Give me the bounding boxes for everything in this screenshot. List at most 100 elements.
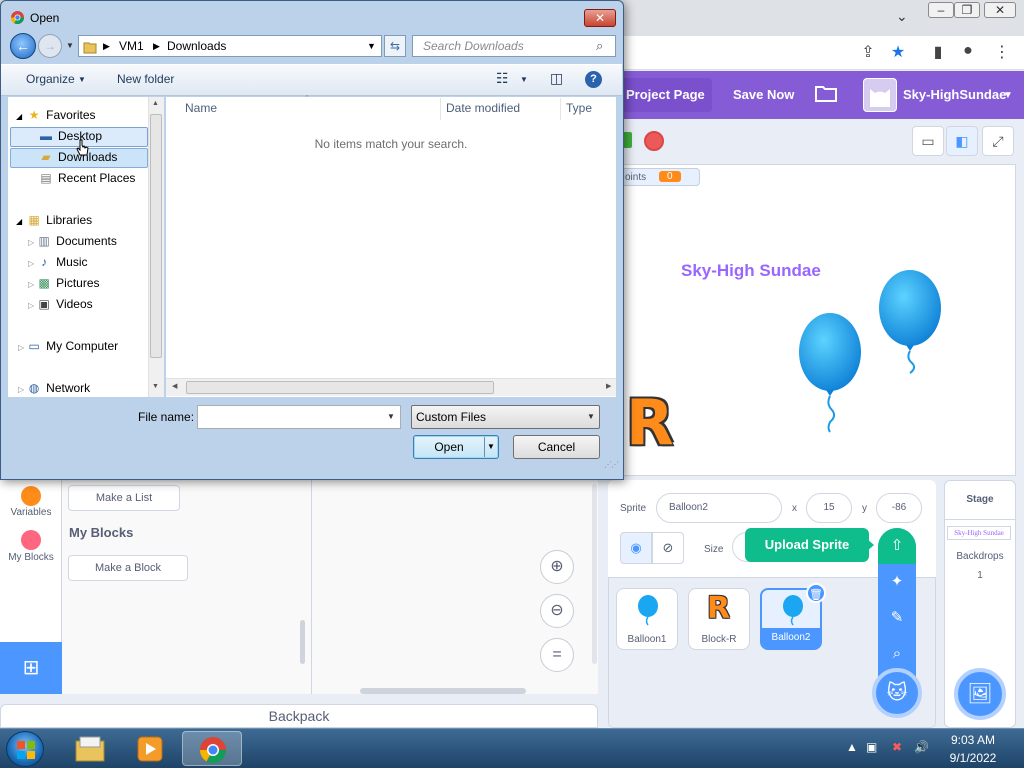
nav-recent-places[interactable]: ▤ Recent Places (38, 168, 135, 188)
choose-backdrop-button[interactable]: 🖼 (954, 668, 1006, 720)
hide-sprite-button[interactable]: ⊘ (652, 532, 684, 564)
back-arrow-icon[interactable]: ← (10, 33, 36, 59)
username-menu[interactable]: Sky-HighSundae (903, 87, 1006, 102)
surprise-sprite-icon[interactable]: ✦ (878, 564, 916, 600)
workspace-horizontal-scrollbar[interactable] (360, 688, 526, 694)
column-divider[interactable] (560, 98, 561, 120)
workspace-vertical-scrollbar[interactable] (592, 484, 597, 664)
taskbar-date[interactable]: 9/1/2022 (938, 751, 1008, 765)
file-type-select[interactable]: Custom Files (411, 405, 600, 429)
side-panel-icon[interactable]: ▮ (926, 42, 950, 62)
nav-libraries[interactable]: ◢ ▦ Libraries (16, 210, 92, 230)
tray-volume-icon[interactable]: 🔊 (914, 740, 929, 754)
search-input[interactable]: Search Downloads (412, 35, 616, 57)
taskbar-chrome[interactable] (182, 731, 242, 766)
column-header-type[interactable]: Type (566, 101, 592, 115)
project-page-label[interactable]: Project Page (626, 87, 705, 102)
file-name-input[interactable] (197, 405, 401, 429)
organize-chevron-icon[interactable]: ▼ (78, 75, 86, 84)
category-my-blocks-dot[interactable] (21, 530, 41, 550)
category-my-blocks[interactable]: My Blocks (0, 552, 62, 563)
zoom-out-icon[interactable]: ⊖ (540, 594, 574, 628)
backpack-panel[interactable]: Backpack (0, 704, 598, 728)
taskbar-time[interactable]: 9:03 AM (938, 733, 1008, 747)
scroll-left-icon[interactable]: ◀ (172, 382, 177, 390)
category-variables[interactable]: Variables (0, 507, 62, 518)
y-position-input[interactable]: -86 (876, 493, 922, 523)
profile-icon[interactable]: ● (956, 42, 980, 60)
search-icon[interactable]: ⌕ (596, 38, 603, 54)
view-chevron-icon[interactable]: ▼ (520, 75, 528, 84)
avatar[interactable] (863, 78, 897, 112)
tray-action-center-icon[interactable]: ✖ (892, 740, 902, 754)
help-icon[interactable]: ? (585, 71, 602, 88)
minimize-button[interactable]: – (928, 2, 954, 18)
nav-music[interactable]: ▷ ♪ Music (28, 252, 88, 272)
palette-scrollbar[interactable] (300, 620, 305, 664)
open-button[interactable]: Open ▼ (413, 435, 499, 459)
share-icon[interactable]: ⇪ (856, 42, 880, 62)
nav-network[interactable]: ▷ ◍ Network (18, 378, 90, 398)
forward-arrow-icon[interactable]: → (38, 34, 62, 58)
folder-icon[interactable] (815, 84, 837, 107)
nav-my-computer[interactable]: ▷ ▭ My Computer (18, 336, 118, 356)
nav-documents[interactable]: ▷ ▥ Documents (28, 231, 117, 251)
save-now-button[interactable]: Save Now (733, 87, 794, 102)
cancel-button[interactable]: Cancel (513, 435, 600, 459)
column-header-name[interactable]: Name (185, 101, 217, 115)
sprite-name-input[interactable]: Balloon2 (656, 493, 782, 523)
nav-pictures[interactable]: ▷ ▩ Pictures (28, 273, 100, 293)
block-r-sprite[interactable]: R (626, 386, 674, 459)
preview-pane-icon[interactable]: ◫ (550, 70, 563, 87)
taskbar-media-player[interactable] (120, 731, 180, 766)
make-a-block-button[interactable]: Make a Block (68, 555, 188, 581)
tab-search-chevron-icon[interactable]: ⌄ (896, 8, 908, 25)
fullscreen-button[interactable]: ⤢ (982, 126, 1014, 156)
scroll-right-icon[interactable]: ▶ (606, 382, 611, 390)
sprite-tile-block-r[interactable]: R Block-R (688, 588, 750, 650)
view-options-icon[interactable]: ☷ (496, 70, 509, 87)
show-sprite-button[interactable]: ◉ (620, 532, 652, 564)
choose-sprite-button[interactable]: 🐱 (872, 668, 922, 718)
category-variables-dot[interactable] (21, 486, 41, 506)
nav-videos[interactable]: ▷ ▣ Videos (28, 294, 93, 314)
close-dialog-button[interactable]: ✕ (584, 9, 616, 27)
small-stage-button[interactable]: ▭ (912, 126, 944, 156)
breadcrumb-downloads[interactable]: Downloads (167, 36, 226, 56)
column-divider[interactable] (440, 98, 441, 120)
nav-desktop[interactable]: ▬ Desktop (38, 126, 102, 146)
scroll-down-icon[interactable]: ▼ (152, 383, 159, 390)
add-extension-icon[interactable]: ⊞ (0, 642, 62, 694)
resize-grip-icon[interactable]: ⋰⋰ (604, 460, 619, 469)
refresh-icon[interactable]: ⇆ (384, 35, 406, 57)
recent-pages-chevron-icon[interactable]: ▼ (66, 41, 74, 50)
stop-icon[interactable] (644, 131, 664, 151)
taskbar-explorer[interactable] (60, 731, 120, 766)
stage-thumbnail[interactable]: Sky-High Sundae (947, 526, 1011, 540)
tray-arrow-icon[interactable]: ▲ (846, 740, 858, 754)
file-list-scroll-thumb[interactable] (186, 381, 494, 394)
chevron-down-icon[interactable]: ▼ (1003, 90, 1013, 101)
nav-scroll-thumb[interactable] (150, 114, 162, 358)
address-dropdown-icon[interactable]: ▼ (367, 36, 376, 56)
bookmark-star-icon[interactable]: ★ (886, 42, 910, 62)
balloon-sprite-left[interactable] (796, 268, 956, 443)
address-bar[interactable]: ▶ VM1 ▶ Downloads ▼ (78, 35, 382, 57)
maximize-button[interactable]: ❐ (954, 2, 980, 18)
scroll-up-icon[interactable]: ▲ (152, 100, 159, 107)
close-browser-button[interactable]: ✕ (984, 2, 1016, 18)
organize-button[interactable]: Organize (26, 72, 75, 86)
file-name-dropdown-icon[interactable]: ▼ (387, 412, 395, 421)
x-position-input[interactable]: 15 (806, 493, 852, 523)
zoom-reset-icon[interactable]: = (540, 638, 574, 672)
sprite-tile-balloon1[interactable]: Balloon1 (616, 588, 678, 650)
large-stage-button[interactable]: ◧ (946, 126, 978, 156)
column-header-date-modified[interactable]: Date modified (446, 101, 520, 115)
delete-sprite-icon[interactable]: 🗑 (806, 583, 826, 603)
start-button[interactable] (6, 731, 44, 767)
nav-favorites[interactable]: ◢ ★ Favorites (16, 105, 96, 125)
search-sprite-icon[interactable]: ⌕ (878, 636, 916, 672)
new-folder-button[interactable]: New folder (117, 72, 174, 86)
file-type-chevron-icon[interactable]: ▼ (587, 412, 595, 421)
upload-sprite-icon[interactable]: ⇧ (878, 528, 916, 564)
